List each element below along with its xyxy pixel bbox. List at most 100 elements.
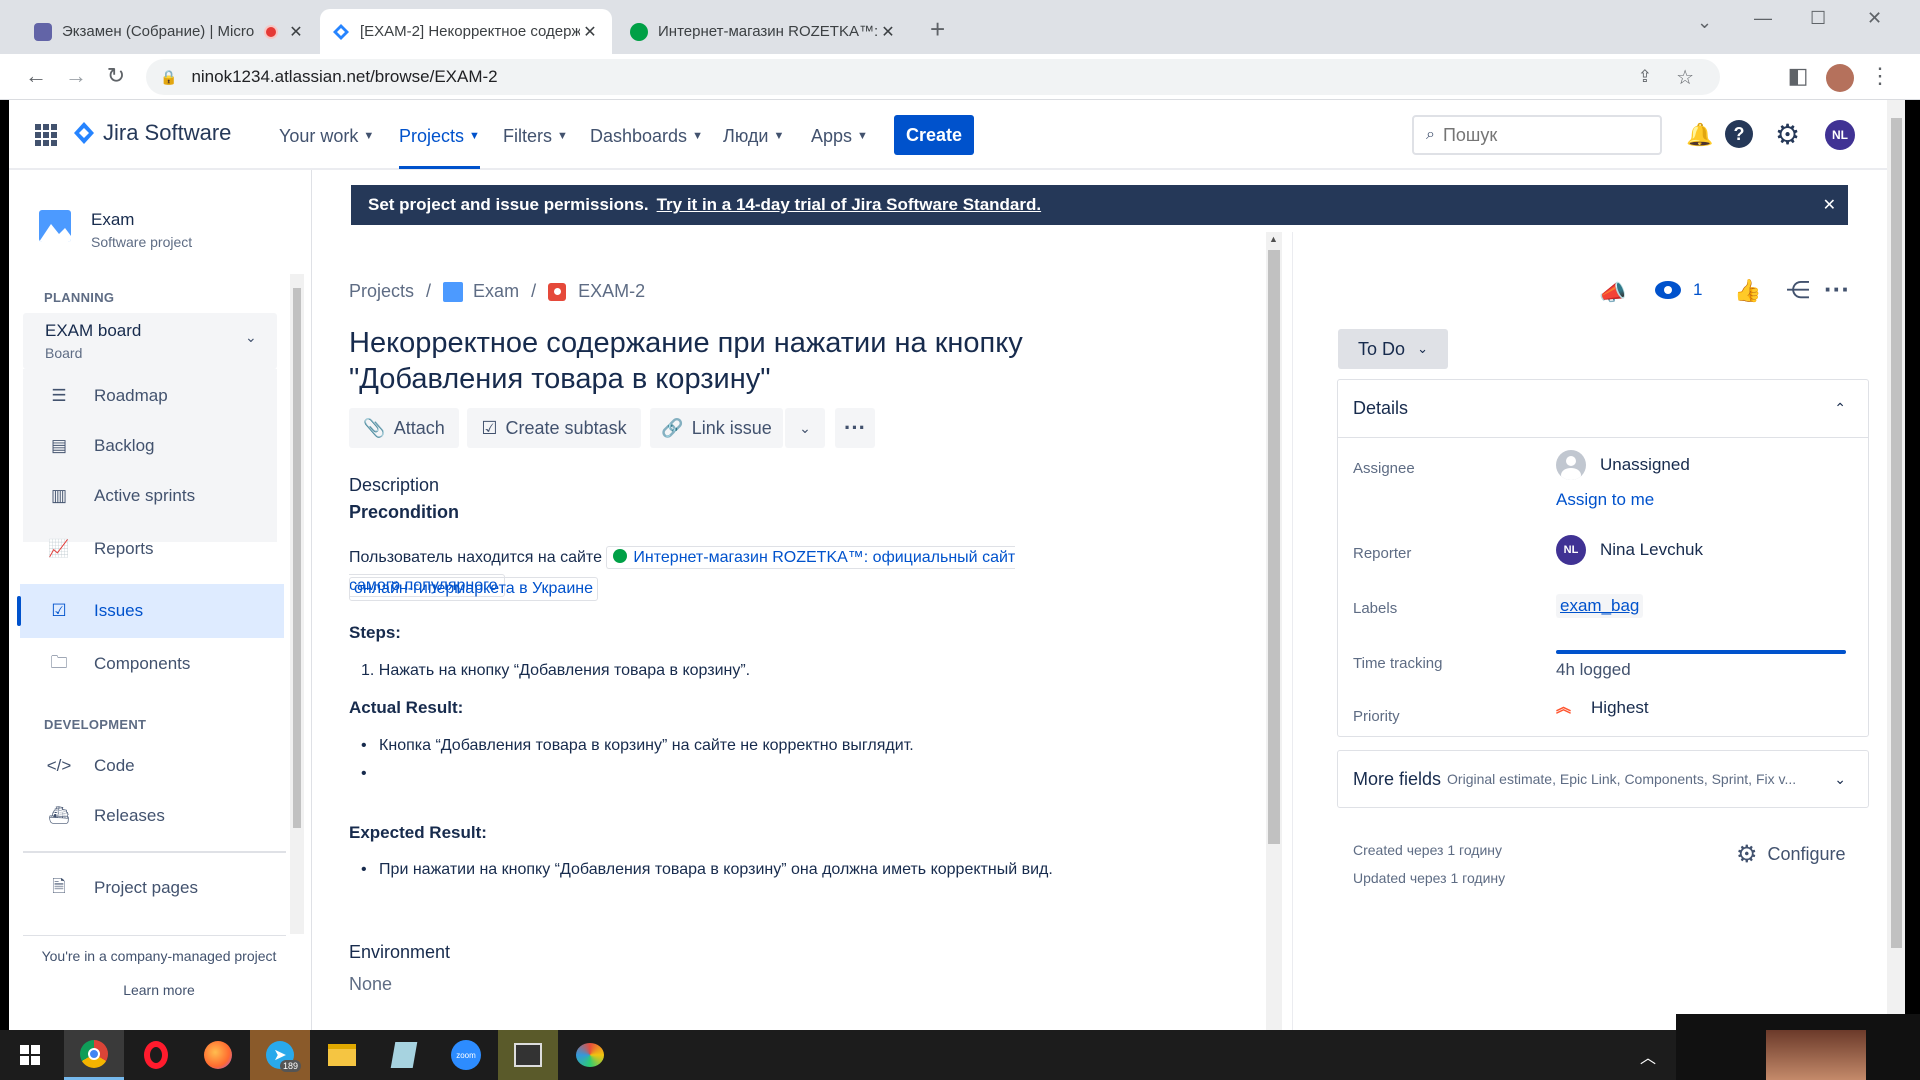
settings-gear-icon[interactable]: ⚙ bbox=[1775, 118, 1800, 151]
search-input[interactable] bbox=[1442, 124, 1633, 146]
more-fields-panel[interactable]: More fields Original estimate, Epic Link… bbox=[1337, 750, 1869, 808]
attach-button[interactable]: 📎 Attach bbox=[349, 408, 459, 448]
user-avatar[interactable]: NL bbox=[1825, 120, 1855, 150]
link-issue-button[interactable]: 🔗 Link issue bbox=[650, 408, 783, 448]
scrollbar-thumb[interactable] bbox=[1891, 118, 1902, 948]
like-thumbs-up-icon[interactable]: 👍 bbox=[1734, 278, 1761, 304]
sidebar-item-backlog[interactable]: ▤ Backlog bbox=[20, 422, 284, 470]
browser-scrollbar[interactable] bbox=[1888, 100, 1905, 1030]
configure-button[interactable]: ⚙ Configure bbox=[1736, 840, 1846, 869]
minimize-icon[interactable]: — bbox=[1754, 8, 1772, 29]
webcam-preview bbox=[1676, 1014, 1920, 1080]
scroll-up-icon[interactable]: ▲ bbox=[1269, 234, 1278, 244]
close-window-icon[interactable]: ✕ bbox=[1867, 8, 1882, 29]
breadcrumb-project[interactable]: Exam bbox=[473, 281, 519, 302]
watch-button[interactable]: 1 bbox=[1655, 280, 1702, 300]
chrome-icon[interactable] bbox=[64, 1030, 124, 1080]
share-icon[interactable]: ⇪ bbox=[1638, 67, 1652, 87]
learn-more-link[interactable]: Learn more bbox=[9, 982, 309, 998]
bookmark-star-icon[interactable]: ☆ bbox=[1676, 65, 1694, 90]
profile-avatar[interactable] bbox=[1826, 64, 1854, 92]
browser-tab-teams[interactable]: Экзамен (Собрание) | Micro ✕ bbox=[22, 9, 318, 54]
help-icon[interactable]: ? bbox=[1725, 120, 1753, 148]
breadcrumb-issue-key[interactable]: EXAM-2 bbox=[578, 281, 645, 302]
assign-to-me-link[interactable]: Assign to me bbox=[1556, 490, 1654, 510]
nav-your-work[interactable]: Your work ▼ bbox=[279, 122, 374, 150]
banner-trial-link[interactable]: Try it in a 14-day trial of Jira Softwar… bbox=[657, 195, 1042, 215]
video-editor-icon[interactable] bbox=[498, 1030, 558, 1080]
link-icon: 🔗 bbox=[661, 417, 684, 438]
sidebar-item-code[interactable]: </> Code bbox=[20, 742, 284, 790]
scrollbar-thumb[interactable] bbox=[293, 288, 301, 828]
steps-heading: Steps: bbox=[349, 623, 401, 642]
notepad-icon[interactable] bbox=[374, 1030, 434, 1080]
reporter-field[interactable]: NL Nina Levchuk bbox=[1556, 535, 1703, 565]
active-nav-indicator bbox=[399, 166, 480, 169]
close-tab-icon[interactable]: ✕ bbox=[580, 22, 600, 42]
close-tab-icon[interactable]: ✕ bbox=[286, 22, 306, 42]
new-tab-icon[interactable]: + bbox=[930, 14, 945, 45]
assignee-field[interactable]: Unassigned bbox=[1556, 450, 1690, 480]
forward-icon[interactable]: → bbox=[62, 63, 90, 89]
sidebar-item-project-pages[interactable]: 🗎 Project pages bbox=[20, 864, 284, 912]
file-explorer-icon[interactable] bbox=[312, 1030, 372, 1080]
more-actions-button[interactable]: ··· bbox=[835, 408, 875, 448]
opera-icon[interactable] bbox=[126, 1030, 186, 1080]
time-tracking-bar[interactable] bbox=[1556, 650, 1846, 654]
sidebar-item-roadmap[interactable]: ☰ Roadmap bbox=[20, 372, 284, 420]
side-panel-icon[interactable]: ◧ bbox=[1784, 63, 1812, 89]
details-header[interactable]: Details ⌃ bbox=[1338, 380, 1868, 438]
browser-tab-jira[interactable]: [EXAM-2] Некорректное содерж ✕ bbox=[320, 9, 612, 54]
nav-people[interactable]: Люди ▼ bbox=[723, 122, 784, 150]
telegram-icon[interactable]: ➤ 189 bbox=[250, 1030, 310, 1080]
share-icon[interactable]: ⋲ bbox=[1786, 276, 1810, 305]
app-switcher-icon[interactable] bbox=[35, 124, 57, 146]
maximize-icon[interactable]: ☐ bbox=[1810, 8, 1826, 29]
close-tab-icon[interactable]: ✕ bbox=[878, 22, 898, 42]
create-subtask-button[interactable]: ☑ Create subtask bbox=[467, 408, 641, 448]
paint-icon[interactable] bbox=[560, 1030, 620, 1080]
nav-apps[interactable]: Apps ▼ bbox=[811, 122, 868, 150]
browser-tab-rozetka[interactable]: Интернет-магазин ROZETKA™: с ✕ bbox=[618, 9, 910, 54]
feedback-megaphone-icon[interactable]: 📣 bbox=[1599, 280, 1626, 306]
address-bar[interactable]: 🔒 ninok1234.atlassian.net/browse/EXAM-2 … bbox=[146, 59, 1720, 95]
reload-icon[interactable]: ↻ bbox=[102, 63, 130, 89]
close-banner-icon[interactable]: ✕ bbox=[1823, 195, 1836, 215]
issue-title[interactable]: Некорректное содержание при нажатии на к… bbox=[349, 325, 1023, 397]
sidebar-scrollbar[interactable] bbox=[290, 274, 304, 934]
time-logged: 4h logged bbox=[1556, 660, 1631, 679]
back-icon[interactable]: ← bbox=[22, 63, 50, 89]
sidebar-item-reports[interactable]: 📈 Reports bbox=[20, 525, 284, 573]
priority-field[interactable]: ︽ Highest bbox=[1556, 698, 1649, 718]
jira-logo[interactable]: Jira Software bbox=[73, 120, 231, 146]
link-issue-dropdown[interactable]: ⌄ bbox=[785, 408, 825, 448]
nav-dashboards[interactable]: Dashboards ▼ bbox=[590, 122, 703, 150]
chevron-up-icon[interactable]: ⌃ bbox=[1834, 400, 1846, 417]
nav-projects[interactable]: Projects ▼ bbox=[399, 122, 480, 169]
precondition-sentence: Пользователь находится на сайте bbox=[349, 549, 602, 566]
breadcrumb-projects[interactable]: Projects bbox=[349, 281, 414, 302]
sidebar-item-issues[interactable]: ☑ Issues bbox=[17, 584, 284, 638]
content-scrollbar[interactable]: ▲ bbox=[1266, 232, 1282, 1030]
scrollbar-thumb[interactable] bbox=[1268, 250, 1280, 844]
more-options-icon[interactable]: ··· bbox=[1824, 274, 1850, 305]
windows-start-icon[interactable] bbox=[0, 1030, 60, 1080]
environment-value[interactable]: None bbox=[349, 974, 392, 995]
status-dropdown[interactable]: To Do ⌄ bbox=[1338, 329, 1448, 369]
description-body[interactable]: Precondition Пользователь находится на с… bbox=[349, 502, 1053, 878]
sidebar-item-components[interactable]: 🗀 Components bbox=[20, 640, 284, 688]
firefox-icon[interactable] bbox=[188, 1030, 248, 1080]
create-button[interactable]: Create bbox=[894, 115, 974, 155]
label-tag[interactable]: exam_bag bbox=[1556, 594, 1644, 618]
zoom-icon[interactable]: zoom bbox=[436, 1030, 496, 1080]
rozetka-smart-link-line2[interactable]: онлайн-гипермаркета в Украине bbox=[349, 577, 598, 601]
tab-search-icon[interactable]: ⌄ bbox=[1697, 12, 1712, 33]
tray-chevron-up-icon[interactable]: ︿ bbox=[1640, 1044, 1656, 1068]
browser-menu-icon[interactable]: ⋮ bbox=[1866, 63, 1894, 89]
sidebar-item-active-sprints[interactable]: ▥ Active sprints bbox=[20, 472, 284, 520]
sidebar-item-releases[interactable]: ⛴ Releases bbox=[20, 792, 284, 840]
search-box[interactable]: ⌕ bbox=[1412, 115, 1662, 155]
board-selector[interactable]: EXAM board Board ⌄ bbox=[23, 313, 277, 369]
nav-filters[interactable]: Filters ▼ bbox=[503, 122, 568, 150]
notifications-icon[interactable]: 🔔 bbox=[1686, 122, 1713, 148]
